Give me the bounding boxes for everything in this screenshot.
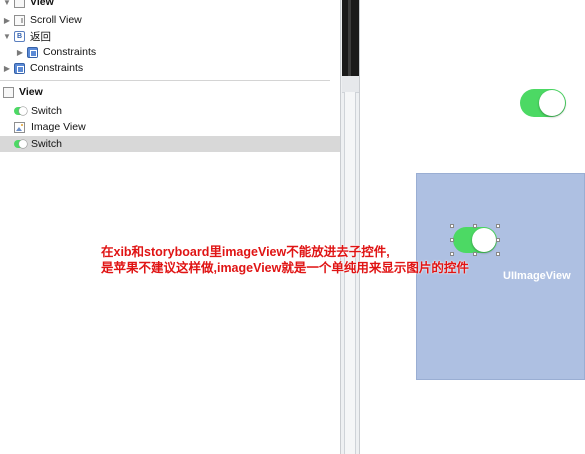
outline-row-view-root[interactable]: ▼ View — [3, 0, 54, 10]
button-icon: B — [14, 30, 25, 42]
view-icon — [14, 0, 25, 8]
switch-knob — [539, 90, 565, 116]
disclosure-triangle-icon[interactable]: ▶ — [17, 47, 23, 57]
annotation-line-1: 在xib和storyboard里imageView不能放进去子控件, — [101, 245, 390, 259]
switch-knob — [472, 228, 496, 252]
outline-row-switch-selected[interactable]: Switch — [0, 136, 340, 152]
outline-row-image-view[interactable]: Image View — [12, 119, 86, 135]
vertical-scrollbar[interactable] — [340, 0, 360, 454]
scrollbar-knob[interactable] — [342, 76, 359, 93]
outline-row-constraints-child[interactable]: ▶ Constraints — [17, 44, 96, 60]
resize-handle[interactable] — [450, 224, 454, 228]
outline-row-constraints[interactable]: ▶ Constraints — [4, 60, 83, 76]
outline-item-label: Switch — [31, 138, 62, 150]
resize-handle[interactable] — [473, 252, 477, 256]
resize-handle[interactable] — [496, 238, 500, 242]
view-icon — [3, 86, 14, 98]
resize-handle[interactable] — [496, 224, 500, 228]
scroll-view-icon — [14, 14, 25, 26]
switch-icon — [14, 107, 27, 115]
disclosure-triangle-icon[interactable]: ▼ — [3, 31, 11, 41]
constraints-icon — [27, 46, 38, 58]
constraints-icon — [14, 62, 25, 74]
outline-section-view[interactable]: View — [0, 84, 43, 100]
outline-row-scroll-view[interactable]: ▶ Scroll View — [4, 12, 82, 28]
outline-item-label: Switch — [31, 105, 62, 117]
disclosure-triangle-icon[interactable]: ▶ — [4, 15, 10, 25]
outline-item-label: Constraints — [30, 62, 84, 74]
image-view-icon — [14, 121, 25, 133]
image-view-canvas[interactable]: UIImageView — [416, 173, 585, 380]
interface-builder-canvas[interactable]: UIImageView — [360, 0, 585, 454]
outline-view-label: View — [30, 0, 54, 8]
outline-item-label: Constraints — [43, 46, 97, 58]
resize-handle[interactable] — [496, 252, 500, 256]
document-outline: ▼ View ▶ Scroll View ▼ B 返回 ▶ Constraint… — [0, 0, 340, 454]
disclosure-triangle-icon[interactable]: ▶ — [4, 63, 10, 73]
outline-item-label: Scroll View — [30, 14, 82, 26]
annotation-line-2: 是苹果不建议这样做,imageView就是一个单纯用来显示图片的控件 — [101, 261, 469, 275]
outline-row-back-button[interactable]: ▼ B 返回 — [3, 28, 51, 44]
outline-row-switch[interactable]: Switch — [12, 103, 62, 119]
image-view-label: UIImageView — [503, 270, 571, 282]
disclosure-triangle-icon[interactable]: ▼ — [3, 0, 11, 7]
section-title: View — [19, 86, 43, 98]
switch-icon — [14, 140, 27, 148]
outline-item-label: Image View — [31, 121, 86, 133]
annotation-text: 在xib和storyboard里imageView不能放进去子控件, 是苹果不建… — [101, 244, 469, 276]
scrollbar-top-region — [342, 0, 359, 76]
resize-handle[interactable] — [473, 224, 477, 228]
outline-item-label: 返回 — [30, 30, 51, 43]
resize-handle[interactable] — [450, 238, 454, 242]
canvas-switch[interactable] — [520, 89, 566, 117]
section-divider — [0, 80, 330, 81]
